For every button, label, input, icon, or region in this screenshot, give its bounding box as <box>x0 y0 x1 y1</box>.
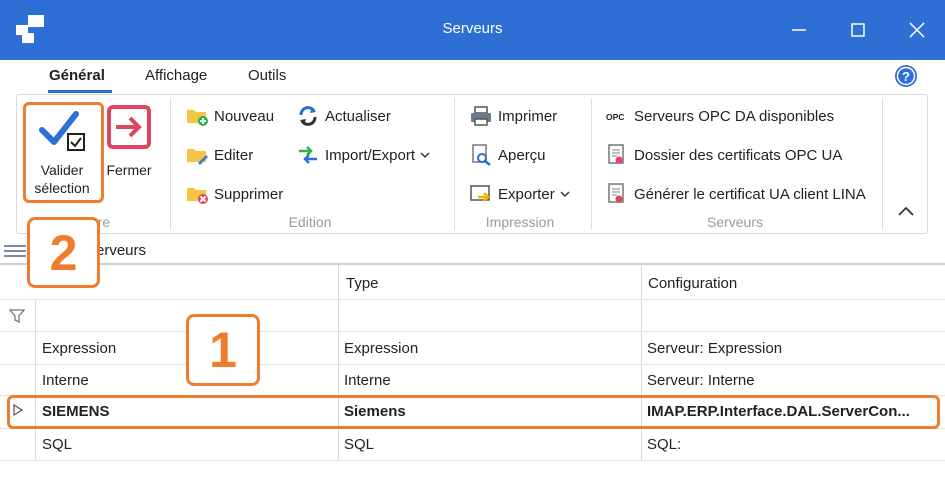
group-separator <box>591 98 592 230</box>
group-label-impression: Impression <box>485 214 555 230</box>
collapse-ribbon-icon[interactable] <box>897 204 915 218</box>
svg-text:OPC: OPC <box>606 112 624 122</box>
imprimer-button[interactable]: Imprimer <box>470 104 557 128</box>
generer-certificat-label: Générer le certificat UA client LINA <box>634 185 866 203</box>
opc-icon: OPC <box>606 112 624 122</box>
tab-outils[interactable]: Outils <box>248 67 286 84</box>
cell-configuration: Serveur: Expression <box>647 340 783 357</box>
maximize-icon <box>851 23 865 37</box>
cell-configuration: Serveur: Interne <box>647 372 755 389</box>
grid-row-line <box>0 460 945 461</box>
callout-highlight-valider <box>23 102 104 203</box>
generate-certificate-icon <box>608 183 624 203</box>
cell-name: SQL <box>42 436 73 453</box>
minimize-icon <box>792 29 806 31</box>
list-icon <box>4 245 26 257</box>
print-preview-icon <box>472 144 491 166</box>
grid-row-line <box>0 364 945 365</box>
callout-number-1: 1 <box>186 314 260 386</box>
import-export-button[interactable]: Import/Export <box>297 143 430 167</box>
fermer-button[interactable]: Fermer <box>101 161 157 179</box>
grid-top-border <box>0 263 945 265</box>
grid-column-line <box>641 265 642 460</box>
refresh-icon <box>299 106 317 126</box>
close-icon <box>909 22 925 38</box>
chevron-down-icon <box>420 151 430 158</box>
export-icon <box>470 185 490 202</box>
group-label-serveurs: Serveurs <box>706 214 764 230</box>
imprimer-label: Imprimer <box>498 107 558 125</box>
svg-text:?: ? <box>902 69 910 84</box>
import-export-label: Import/Export <box>325 146 416 164</box>
certificate-icon <box>608 144 624 164</box>
cell-type: Expression <box>344 340 419 357</box>
grid-row-line <box>0 331 945 332</box>
callout-highlight-row <box>7 395 940 429</box>
cell-name: Interne <box>42 372 89 389</box>
supprimer-label: Supprimer <box>214 185 284 203</box>
tab-affichage[interactable]: Affichage <box>145 67 207 84</box>
serveurs-opc-da-button[interactable]: OPC Serveurs OPC DA disponibles <box>606 104 834 128</box>
delete-folder-icon <box>187 188 208 204</box>
group-separator <box>170 98 171 230</box>
apercu-button[interactable]: Aperçu <box>470 143 546 167</box>
cell-type: SQL <box>344 436 375 453</box>
minimize-button[interactable] <box>776 12 822 48</box>
dossier-certificats-button[interactable]: Dossier des certificats OPC UA <box>606 143 842 167</box>
actualiser-label: Actualiser <box>325 107 391 125</box>
breadcrumb-text: erveurs <box>96 242 147 259</box>
help-icon[interactable]: ? <box>894 64 918 88</box>
nouveau-label: Nouveau <box>214 107 275 125</box>
fermer-icon[interactable] <box>106 104 152 150</box>
exporter-label: Exporter <box>498 185 555 203</box>
import-export-icon <box>299 146 317 164</box>
new-folder-icon <box>187 110 208 126</box>
editer-button[interactable]: Editer <box>186 143 253 167</box>
editer-label: Editer <box>214 146 254 164</box>
close-button[interactable] <box>894 12 940 48</box>
maximize-button[interactable] <box>835 12 881 48</box>
edit-folder-icon <box>187 149 208 165</box>
cell-type: Interne <box>344 372 391 389</box>
group-separator <box>454 98 455 230</box>
grid-column-line <box>35 300 36 460</box>
column-header-type[interactable]: Type <box>346 275 379 292</box>
grid-row-line <box>0 299 945 300</box>
dossier-certificats-label: Dossier des certificats OPC UA <box>634 146 843 164</box>
filter-icon[interactable] <box>9 308 25 324</box>
callout-number-2: 2 <box>27 217 100 288</box>
cell-name: Expression <box>42 340 117 357</box>
group-separator <box>882 98 883 230</box>
nouveau-button[interactable]: Nouveau <box>186 104 274 128</box>
grid-column-line <box>338 265 339 460</box>
exporter-button[interactable]: Exporter <box>470 182 570 206</box>
printer-icon <box>471 106 491 126</box>
opc-da-label: Serveurs OPC DA disponibles <box>634 107 835 125</box>
chevron-down-icon <box>560 190 570 197</box>
column-header-configuration[interactable]: Configuration <box>648 275 737 292</box>
group-label-edition: Edition <box>288 214 332 230</box>
actualiser-button[interactable]: Actualiser <box>297 104 391 128</box>
supprimer-button[interactable]: Supprimer <box>186 182 283 206</box>
menu-tabs: Général Affichage Outils <box>0 60 945 92</box>
active-tab-indicator <box>48 90 112 93</box>
tab-general[interactable]: Général <box>49 67 105 84</box>
cell-configuration: SQL: <box>647 436 682 453</box>
title-bar: Serveurs <box>0 0 945 60</box>
apercu-label: Aperçu <box>498 146 546 164</box>
generer-certificat-button[interactable]: Générer le certificat UA client LINA <box>606 182 866 206</box>
